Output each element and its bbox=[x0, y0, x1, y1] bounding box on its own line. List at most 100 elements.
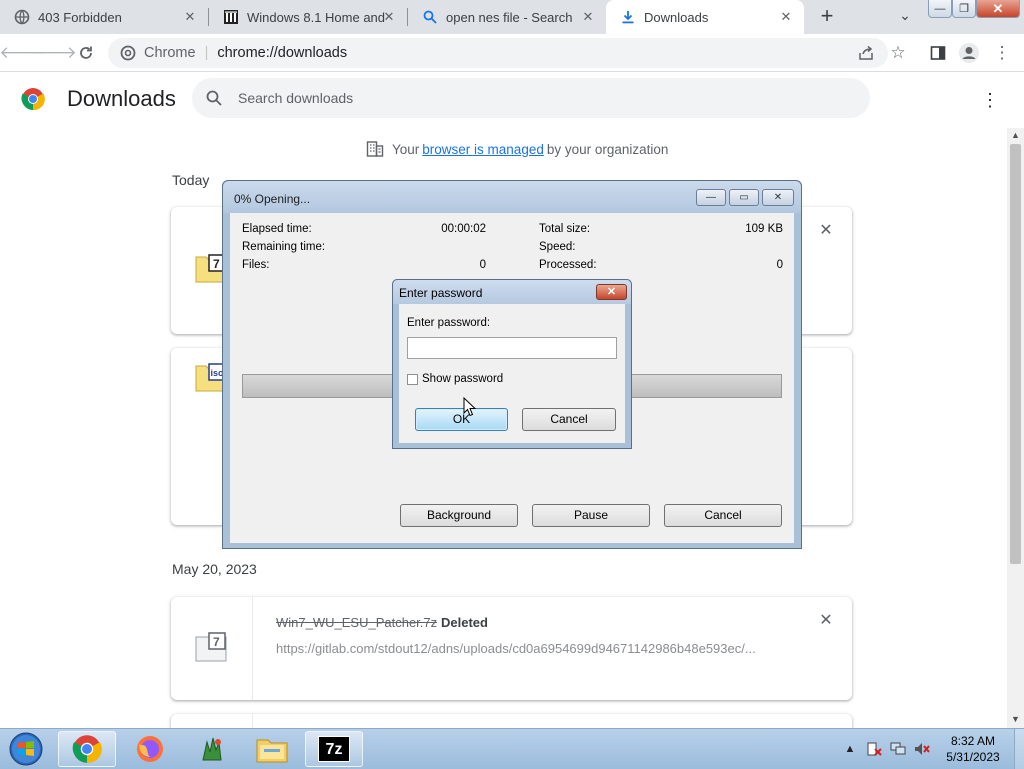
close-tab-icon[interactable]: ✕ bbox=[778, 9, 794, 25]
managed-prefix: Your bbox=[392, 141, 420, 157]
taskbar-app[interactable] bbox=[183, 731, 241, 767]
dialog-titlebar[interactable]: Enter password ✕ bbox=[393, 280, 631, 304]
scroll-up-icon[interactable]: ▲ bbox=[1007, 128, 1024, 142]
tab-403-forbidden[interactable]: 403 Forbidden ✕ bbox=[0, 0, 208, 34]
show-desktop-button[interactable] bbox=[1014, 729, 1024, 769]
file-name[interactable]: Win7_WU_ESU_Patcher.7z bbox=[276, 615, 437, 630]
forward-icon[interactable]: 🡒 bbox=[31, 41, 77, 65]
close-window-button[interactable]: ✕ bbox=[976, 0, 1020, 18]
reload-icon[interactable] bbox=[74, 41, 98, 65]
background-button[interactable]: Background bbox=[400, 504, 518, 527]
cancel-button[interactable]: Cancel bbox=[522, 408, 616, 431]
volume-muted-icon[interactable] bbox=[914, 741, 930, 757]
omnibox-separator: | bbox=[204, 45, 209, 61]
tab-windows-8-1[interactable]: Windows 8.1 Home and I ✕ bbox=[209, 0, 407, 34]
dialog-client: Enter password: Show password OK Cancel bbox=[399, 304, 625, 443]
progress-title: 0% Opening... bbox=[234, 192, 311, 206]
chrome-logo-icon bbox=[21, 88, 45, 111]
scroll-thumb[interactable] bbox=[1010, 144, 1021, 564]
app-icon bbox=[202, 737, 222, 761]
close-dialog-button[interactable]: ✕ bbox=[596, 284, 627, 300]
side-panel-icon[interactable] bbox=[926, 41, 950, 65]
file-explorer-icon bbox=[256, 739, 288, 763]
more-actions-icon[interactable]: ⋮ bbox=[980, 90, 1000, 110]
checkbox-box[interactable] bbox=[407, 373, 418, 385]
file-url[interactable]: https://gitlab.com/stdout12/adns/uploads… bbox=[276, 641, 776, 656]
date-header: May 20, 2023 bbox=[172, 561, 257, 577]
tab-search-dropdown-icon[interactable]: ⌄ bbox=[893, 7, 917, 27]
mouse-pointer-icon bbox=[463, 397, 477, 417]
password-input[interactable] bbox=[407, 337, 617, 359]
minimize-button[interactable]: — bbox=[928, 0, 952, 18]
password-label: Enter password: bbox=[407, 317, 491, 329]
network-icon[interactable] bbox=[890, 741, 906, 757]
remaining-label: Remaining time: bbox=[242, 241, 326, 253]
system-clock[interactable]: 8:32 AM 5/31/2023 bbox=[938, 733, 1008, 765]
download-status: Deleted bbox=[441, 615, 488, 630]
windows-taskbar: 7z ▲ 8:32 AM 5/31/2023 bbox=[0, 728, 1024, 769]
speed-label: Speed: bbox=[539, 241, 576, 253]
search-downloads-box[interactable] bbox=[192, 78, 870, 118]
page-scrollbar[interactable]: ▲ ▼ bbox=[1007, 128, 1024, 728]
taskbar-chrome[interactable] bbox=[58, 731, 116, 767]
action-center-icon[interactable] bbox=[866, 741, 882, 757]
new-tab-button[interactable]: + bbox=[815, 5, 839, 29]
close-button[interactable]: ✕ bbox=[762, 189, 794, 206]
clock-date: 5/31/2023 bbox=[946, 750, 1000, 764]
share-icon[interactable] bbox=[854, 41, 878, 65]
close-tab-icon[interactable]: ✕ bbox=[381, 9, 397, 25]
taskbar-7zip[interactable]: 7z bbox=[305, 731, 363, 767]
taskbar-file-explorer[interactable] bbox=[243, 731, 301, 767]
date-header: Today bbox=[172, 172, 210, 188]
processed-value: 0 bbox=[776, 259, 783, 271]
address-bar[interactable]: Chrome | chrome://downloads bbox=[108, 38, 888, 68]
pause-button[interactable]: Pause bbox=[532, 504, 650, 527]
total-size-label: Total size: bbox=[539, 223, 591, 235]
profile-avatar-icon[interactable] bbox=[957, 41, 981, 65]
tab-title: Windows 8.1 Home and I bbox=[247, 9, 387, 25]
download-item: 7 Win7_WU_ESU_Patcher.7z Deleted https:/… bbox=[171, 597, 852, 700]
ok-button[interactable]: OK bbox=[415, 408, 508, 431]
firefox-icon bbox=[137, 736, 163, 762]
restore-button[interactable]: ❐ bbox=[952, 0, 976, 18]
show-hidden-icons-icon[interactable]: ▲ bbox=[842, 741, 858, 757]
page-title: Downloads bbox=[67, 86, 176, 111]
close-tab-icon[interactable]: ✕ bbox=[182, 9, 198, 25]
show-password-checkbox[interactable]: Show password bbox=[407, 373, 503, 385]
7zip-icon: 7z bbox=[318, 736, 350, 762]
tab-downloads[interactable]: Downloads ✕ bbox=[606, 0, 804, 34]
downloads-header: Downloads ⋮ bbox=[0, 72, 1024, 128]
elapsed-value: 00:00:02 bbox=[441, 223, 486, 235]
total-size-value: 109 KB bbox=[745, 223, 783, 235]
files-label: Files: bbox=[242, 259, 270, 271]
chrome-menu-icon[interactable]: ⋮ bbox=[990, 41, 1014, 65]
bookmark-star-icon[interactable]: ☆ bbox=[886, 41, 910, 65]
chrome-site-icon bbox=[120, 45, 136, 61]
chrome-icon bbox=[72, 735, 102, 763]
cancel-extraction-button[interactable]: Cancel bbox=[664, 504, 782, 527]
managed-notice: Your browser is managed by your organiza… bbox=[366, 140, 668, 158]
taskbar-firefox[interactable] bbox=[121, 731, 179, 767]
scroll-down-icon[interactable]: ▼ bbox=[1007, 712, 1024, 726]
managed-suffix: by your organization bbox=[546, 141, 669, 157]
remove-download-icon[interactable]: ✕ bbox=[818, 223, 834, 239]
start-button[interactable] bbox=[4, 731, 44, 767]
dialog-title: Enter password bbox=[399, 286, 483, 300]
download-icon bbox=[620, 9, 636, 25]
tab-search[interactable]: open nes file - Search ✕ bbox=[408, 0, 606, 34]
browser-managed-link[interactable]: browser is managed bbox=[422, 142, 544, 157]
maximize-button[interactable]: ▭ bbox=[729, 189, 759, 206]
archive-icon bbox=[223, 9, 239, 25]
building-icon bbox=[366, 141, 384, 157]
browser-toolbar: 🡐 🡒 Chrome | chrome://downloads ☆ ⋮ bbox=[0, 34, 1024, 72]
minimize-button[interactable]: — bbox=[696, 189, 726, 206]
close-tab-icon[interactable]: ✕ bbox=[580, 9, 596, 25]
search-input[interactable] bbox=[236, 89, 840, 107]
progress-titlebar[interactable]: 0% Opening... — ▭ ✕ bbox=[223, 181, 801, 213]
remove-download-icon[interactable]: ✕ bbox=[818, 613, 834, 629]
show-password-label: Show password bbox=[422, 373, 504, 385]
url-text[interactable]: chrome://downloads bbox=[217, 45, 347, 61]
tab-title: 403 Forbidden bbox=[38, 9, 122, 25]
globe-icon bbox=[14, 9, 30, 25]
clock-time: 8:32 AM bbox=[950, 734, 996, 748]
